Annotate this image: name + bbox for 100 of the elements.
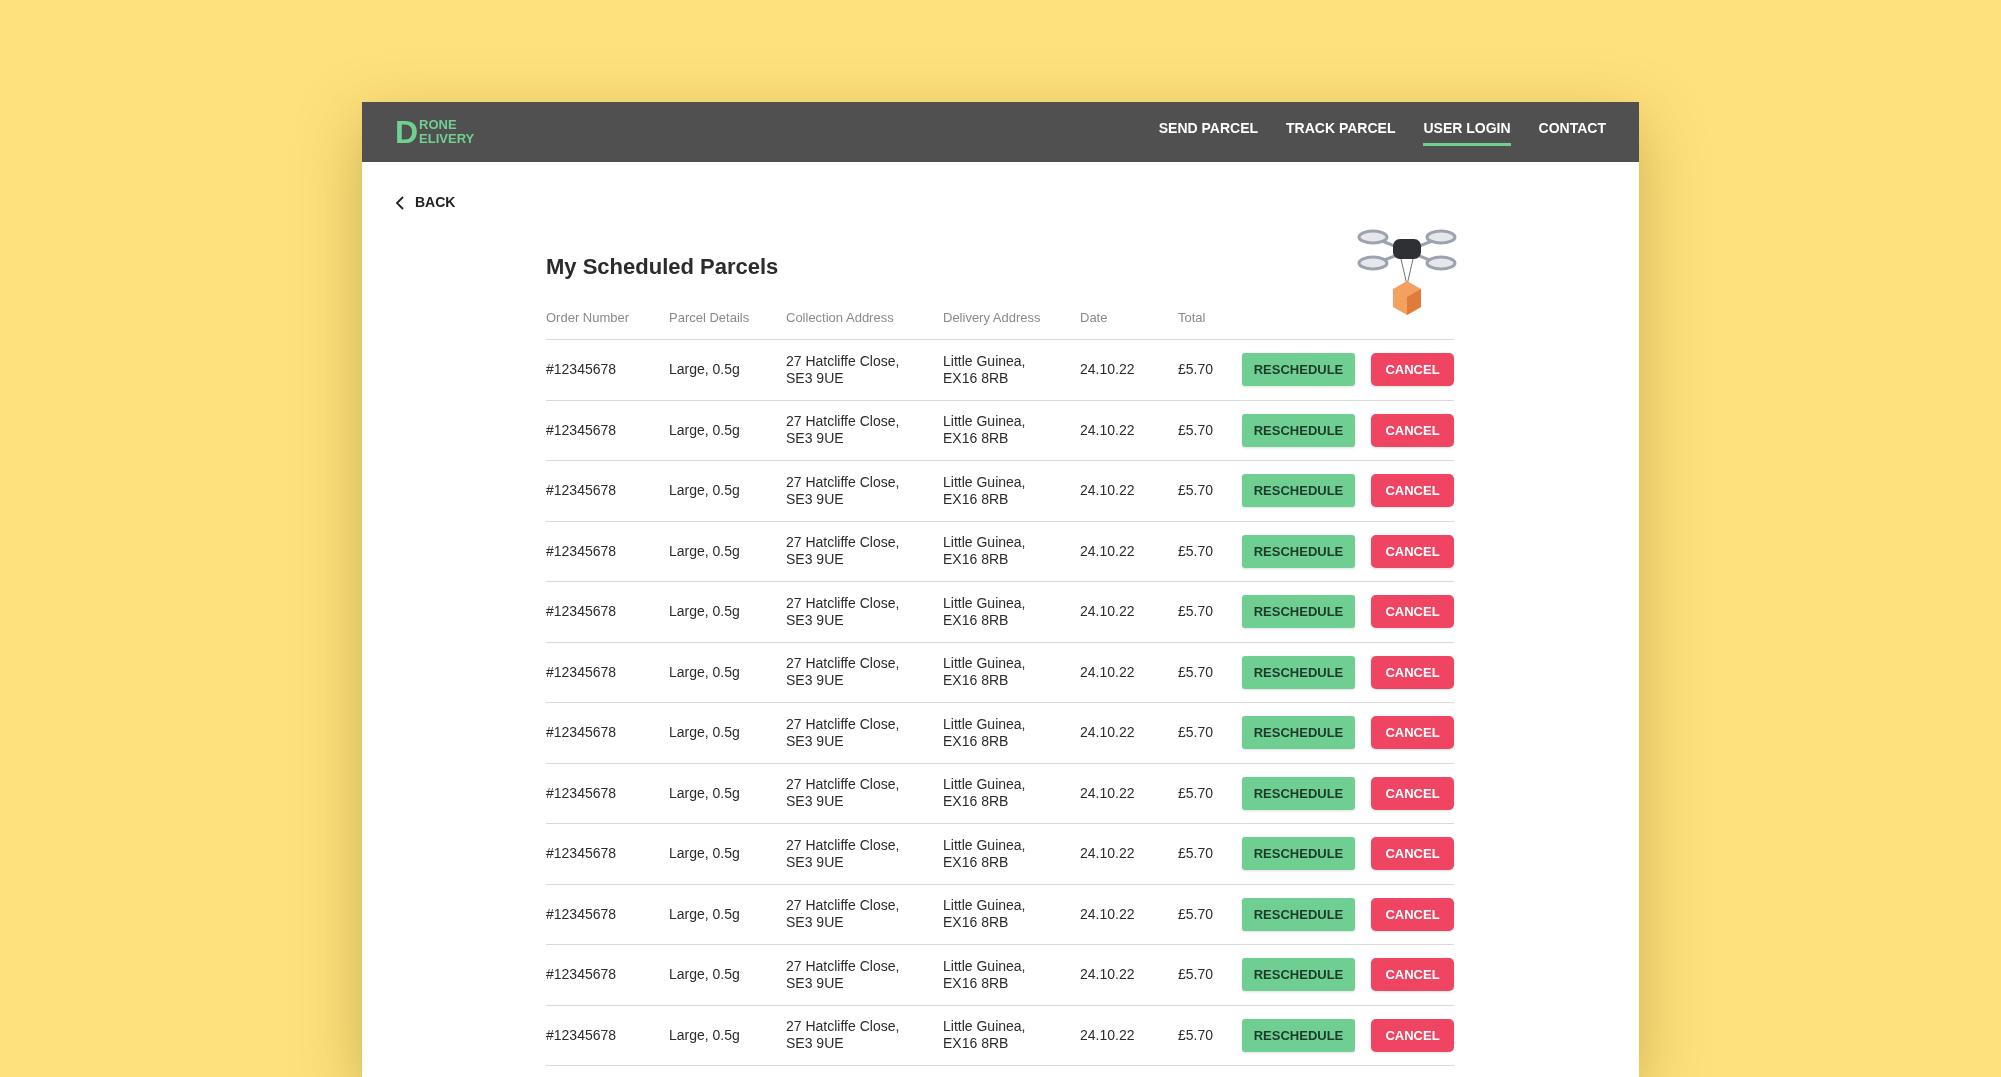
table-cell: #12345678 (546, 542, 617, 559)
table-cell-text: 27 Hatcliffe Close, SE3 9UE (786, 352, 901, 387)
table-cell: £5.70 (1178, 603, 1214, 620)
nav-link[interactable]: SEND PARCEL (1158, 118, 1259, 146)
table-cell: 24.10.22 (1080, 603, 1135, 620)
table-cell: #12345678 (546, 482, 617, 499)
table-cell: 24.10.22 (1080, 784, 1135, 801)
table-cell-text: 27 Hatcliffe Close, SE3 9UE (786, 776, 901, 811)
table-cell-text: Little Guinea, EX16 8RB (943, 1018, 1027, 1053)
table-cell-text: 27 Hatcliffe Close, SE3 9UE (786, 836, 901, 871)
column-header: Total (1178, 310, 1206, 325)
cancel-button[interactable]: CANCEL (1371, 776, 1454, 810)
reschedule-button[interactable]: RESCHEDULE (1242, 716, 1355, 750)
reschedule-button[interactable]: RESCHEDULE (1242, 776, 1355, 810)
table-cell: 24.10.22 (1080, 845, 1135, 862)
cancel-button[interactable]: CANCEL (1371, 474, 1454, 508)
table-cell: #12345678 (546, 663, 617, 680)
table-cell: 24.10.22 (1080, 1026, 1135, 1043)
chevron-left-icon (395, 195, 405, 210)
table-cell: £5.70 (1178, 724, 1214, 741)
table-cell: 24.10.22 (1080, 482, 1135, 499)
table-cell-text: Little Guinea, EX16 8RB (943, 352, 1027, 387)
reschedule-button[interactable]: RESCHEDULE (1242, 837, 1355, 871)
table-cell-text: 27 Hatcliffe Close, SE3 9UE (786, 957, 901, 992)
table-cell: #12345678 (546, 724, 617, 741)
cancel-button[interactable]: CANCEL (1371, 655, 1454, 689)
reschedule-button[interactable]: RESCHEDULE (1242, 897, 1355, 931)
table-cell: 24.10.22 (1080, 542, 1135, 559)
table-cell: 24.10.22 (1080, 724, 1135, 741)
table-cell: £5.70 (1178, 845, 1214, 862)
table-cell: £5.70 (1178, 421, 1214, 438)
table-cell: Large, 0.5g (669, 724, 740, 741)
page-title: My Scheduled Parcels (546, 253, 780, 281)
table-cell-text: Little Guinea, EX16 8RB (943, 957, 1027, 992)
table-cell-text: 27 Hatcliffe Close, SE3 9UE (786, 534, 901, 569)
table-cell: Large, 0.5g (669, 905, 740, 922)
table-cell: #12345678 (546, 784, 617, 801)
table-cell-text: Little Guinea, EX16 8RB (943, 836, 1027, 871)
reschedule-button[interactable]: RESCHEDULE (1242, 534, 1355, 568)
cancel-button[interactable]: CANCEL (1371, 353, 1454, 387)
table-cell-text: Little Guinea, EX16 8RB (943, 776, 1027, 811)
table-cell: £5.70 (1178, 966, 1214, 983)
table-cell: £5.70 (1178, 361, 1214, 378)
reschedule-button[interactable]: RESCHEDULE (1242, 655, 1355, 689)
table-cell: Large, 0.5g (669, 603, 740, 620)
table-cell-text: Little Guinea, EX16 8RB (943, 534, 1027, 569)
table-cell: 24.10.22 (1080, 905, 1135, 922)
table-cell: #12345678 (546, 421, 617, 438)
table-cell: 24.10.22 (1080, 421, 1135, 438)
table-cell: #12345678 (546, 1026, 617, 1043)
cancel-button[interactable]: CANCEL (1371, 716, 1454, 750)
reschedule-button[interactable]: RESCHEDULE (1242, 1018, 1355, 1052)
table-cell: 24.10.22 (1080, 966, 1135, 983)
cancel-button[interactable]: CANCEL (1371, 897, 1454, 931)
table-cell: Large, 0.5g (669, 845, 740, 862)
cancel-button[interactable]: CANCEL (1371, 413, 1454, 447)
column-header: Order Number (546, 310, 630, 325)
table-cell: £5.70 (1178, 1026, 1214, 1043)
table-cell: Large, 0.5g (669, 542, 740, 559)
table-cell: #12345678 (546, 966, 617, 983)
table-cell: Large, 0.5g (669, 784, 740, 801)
cancel-button[interactable]: CANCEL (1371, 958, 1454, 992)
nav-link[interactable]: TRACK PARCEL (1286, 118, 1396, 146)
table-cell: Large, 0.5g (669, 421, 740, 438)
table-cell-text: 27 Hatcliffe Close, SE3 9UE (786, 897, 901, 932)
table-cell: £5.70 (1178, 905, 1214, 922)
reschedule-button[interactable]: RESCHEDULE (1242, 474, 1355, 508)
table-cell-text: 27 Hatcliffe Close, SE3 9UE (786, 413, 901, 448)
column-header: Delivery Address (943, 310, 1041, 325)
cancel-button[interactable]: CANCEL (1371, 595, 1454, 629)
table-cell: 24.10.22 (1080, 361, 1135, 378)
table-cell: Large, 0.5g (669, 663, 740, 680)
cancel-button[interactable]: CANCEL (1371, 1018, 1454, 1052)
table-cell-text: Little Guinea, EX16 8RB (943, 655, 1027, 690)
cancel-button[interactable]: CANCEL (1371, 534, 1454, 568)
reschedule-button[interactable]: RESCHEDULE (1242, 413, 1355, 447)
table-cell-text: 27 Hatcliffe Close, SE3 9UE (786, 715, 901, 750)
table-cell-text: Little Guinea, EX16 8RB (943, 413, 1027, 448)
table-cell: Large, 0.5g (669, 966, 740, 983)
column-header: Parcel Details (669, 310, 750, 325)
reschedule-button[interactable]: RESCHEDULE (1242, 353, 1355, 387)
table-cell-text: 27 Hatcliffe Close, SE3 9UE (786, 1018, 901, 1053)
table-cell: Large, 0.5g (669, 361, 740, 378)
table-cell-text: 27 Hatcliffe Close, SE3 9UE (786, 655, 901, 690)
table-cell: £5.70 (1178, 482, 1214, 499)
table-cell-text: 27 Hatcliffe Close, SE3 9UE (786, 594, 901, 629)
back-button[interactable]: BACK (395, 192, 456, 213)
table-cell: 24.10.22 (1080, 663, 1135, 680)
table-cell: Large, 0.5g (669, 1026, 740, 1043)
nav-link[interactable]: USER LOGIN (1423, 118, 1511, 146)
column-header: Date (1080, 310, 1108, 325)
cancel-button[interactable]: CANCEL (1371, 837, 1454, 871)
table-cell: #12345678 (546, 361, 617, 378)
table-cell-text: Little Guinea, EX16 8RB (943, 594, 1027, 629)
table-cell: Large, 0.5g (669, 482, 740, 499)
reschedule-button[interactable]: RESCHEDULE (1242, 958, 1355, 992)
table-cell: #12345678 (546, 603, 617, 620)
table-cell: £5.70 (1178, 542, 1214, 559)
reschedule-button[interactable]: RESCHEDULE (1242, 595, 1355, 629)
nav-link[interactable]: CONTACT (1538, 118, 1606, 146)
